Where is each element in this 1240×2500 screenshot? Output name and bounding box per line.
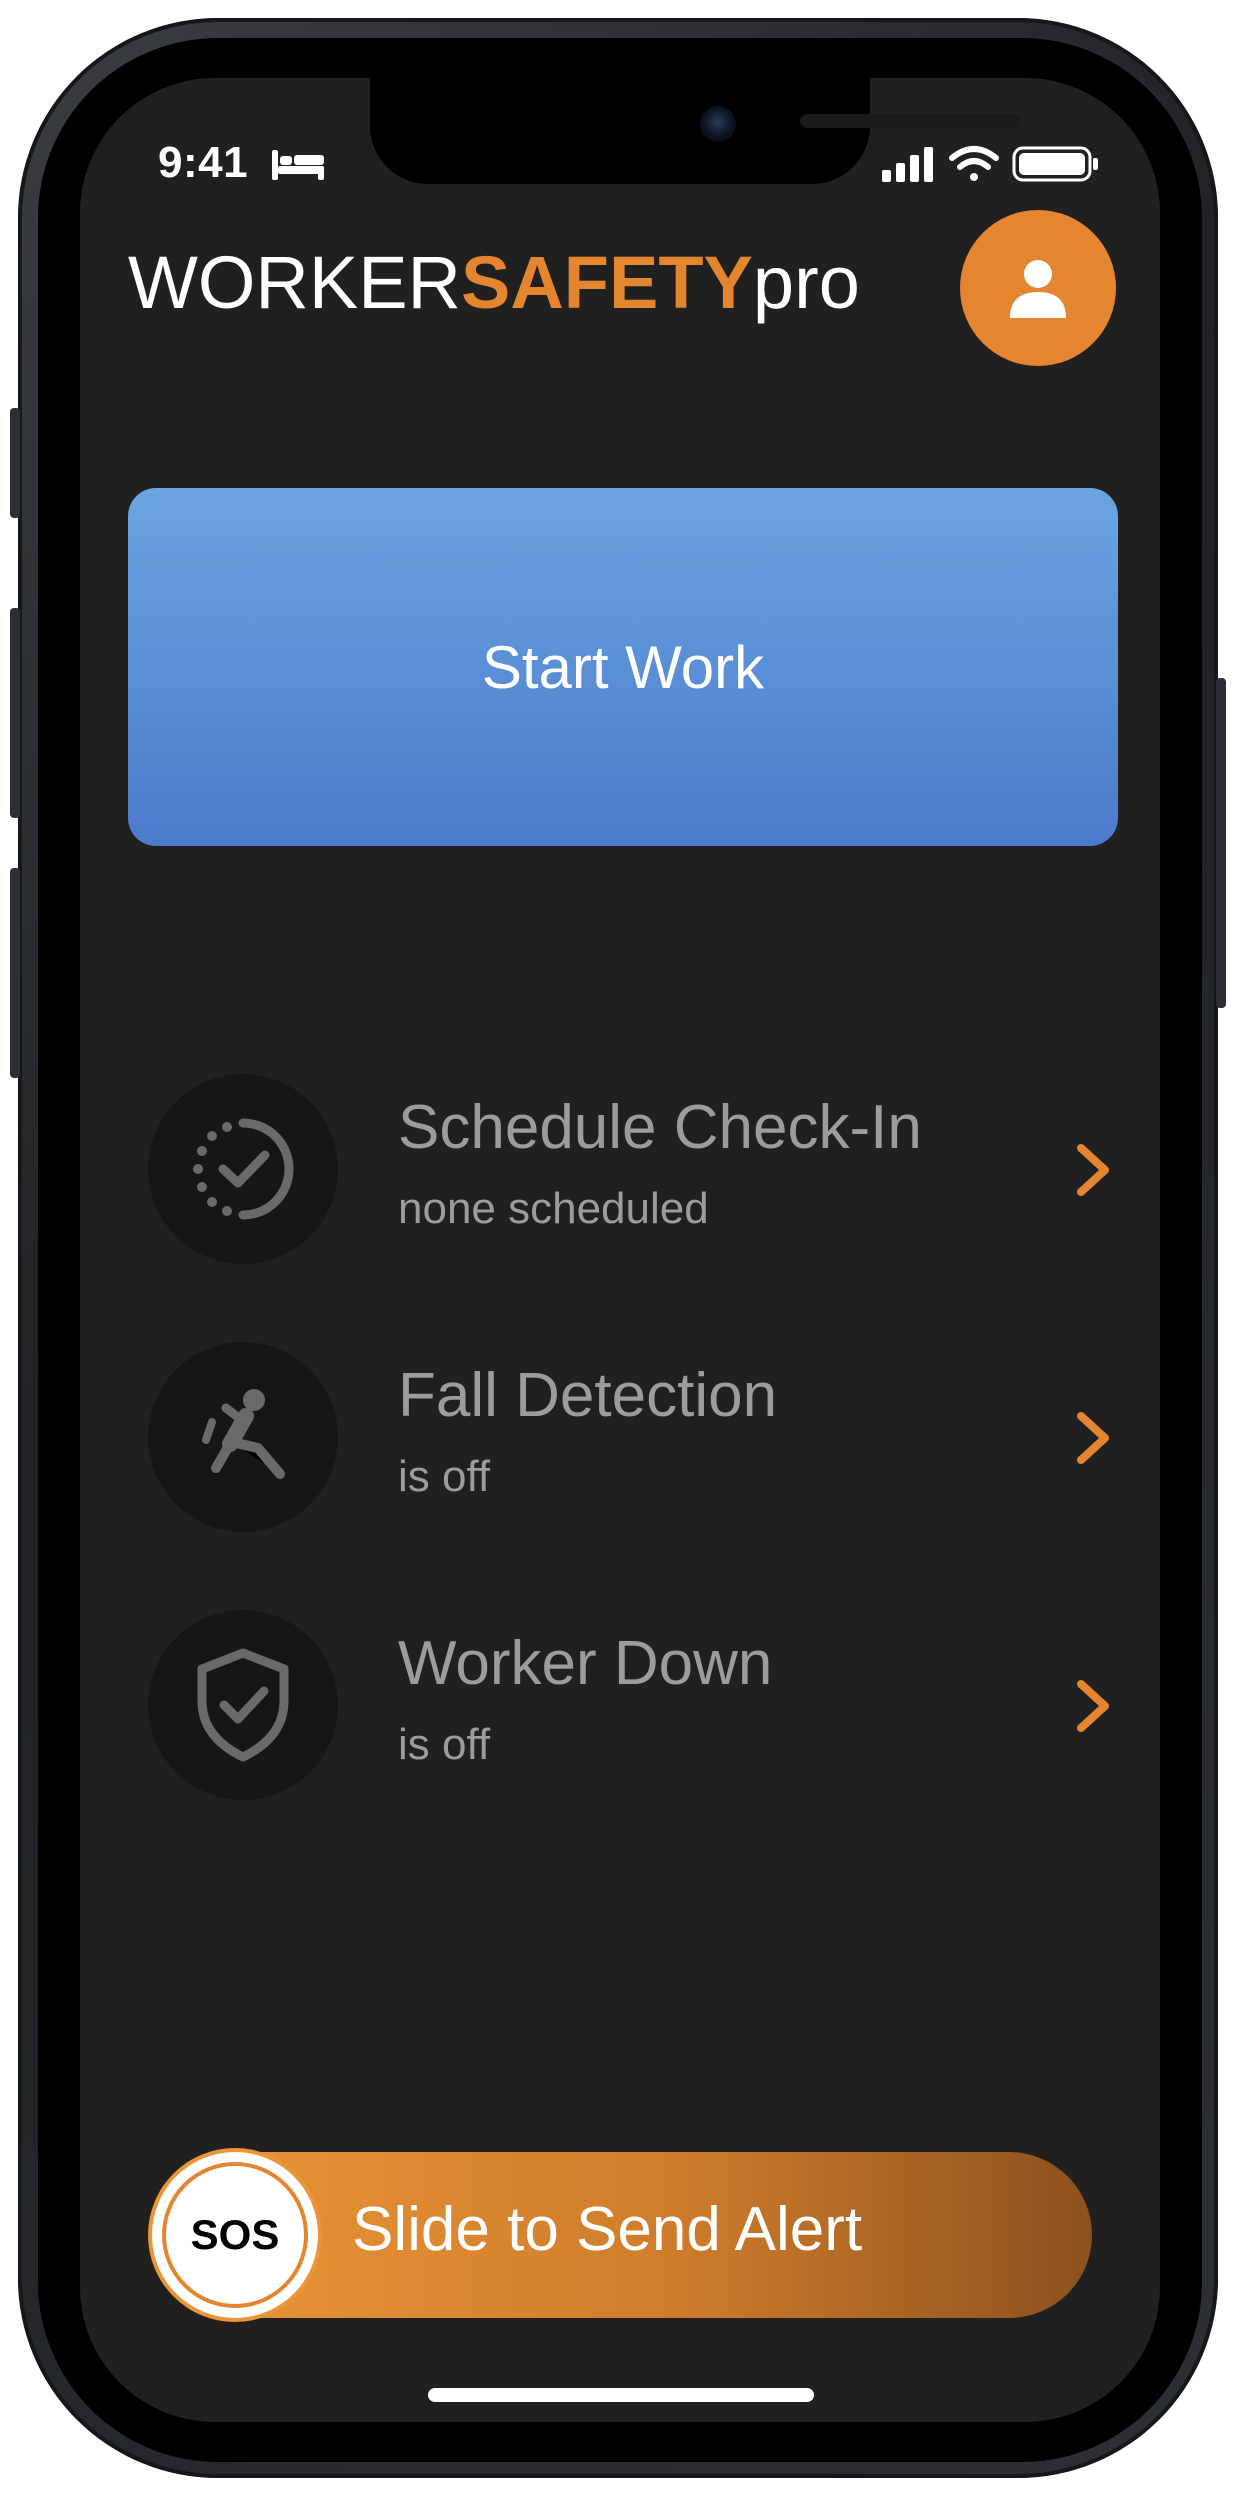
notch: [370, 78, 1020, 184]
sos-slide-to-alert[interactable]: SOS Slide to Send Alert: [152, 2152, 1092, 2318]
cellular-signal-icon: [882, 147, 933, 182]
worker-down-icon-circle: [148, 1610, 338, 1800]
fall-detection-status: is off: [398, 1452, 491, 1501]
worker-down-row[interactable]: Worker Down is off: [148, 1610, 1118, 1800]
schedule-check-in-row[interactable]: Schedule Check-In none scheduled: [148, 1074, 1118, 1264]
schedule-icon-circle: [148, 1074, 338, 1264]
schedule-check-in-title: Schedule Check-In: [398, 1093, 922, 1162]
speaker-grille: [800, 114, 1020, 128]
silent-switch: [10, 408, 20, 518]
worker-down-status: is off: [398, 1720, 491, 1769]
status-time: 9:41: [158, 138, 249, 187]
scheduled-check-icon: [193, 1118, 294, 1220]
chevron-right-icon: [1077, 1144, 1109, 1196]
status-icons: [882, 146, 1098, 182]
fall-detection-row[interactable]: Fall Detection is off: [148, 1342, 1118, 1532]
user-icon: [1010, 260, 1066, 318]
volume-down-button: [10, 868, 20, 1078]
power-button: [1216, 678, 1226, 1008]
profile-button[interactable]: [960, 210, 1116, 366]
wifi-icon: [949, 146, 999, 181]
logo-worker: WORKER: [128, 241, 461, 324]
volume-up-button: [10, 608, 20, 818]
app-screen: 9:41 WORKERSAFETYpro Start Work Schedule…: [80, 78, 1160, 2422]
fall-detection-title: Fall Detection: [398, 1361, 778, 1430]
front-camera: [700, 106, 736, 142]
sos-slider-handle[interactable]: SOS: [152, 2152, 318, 2318]
chevron-right-icon: [1077, 1680, 1109, 1732]
worker-down-title: Worker Down: [398, 1629, 773, 1698]
home-indicator[interactable]: [428, 2388, 814, 2402]
schedule-check-in-status: none scheduled: [398, 1184, 709, 1233]
start-work-label: Start Work: [481, 633, 765, 701]
logo-safety: SAFETY: [461, 241, 753, 324]
fall-detection-icon-circle: [148, 1342, 338, 1532]
battery-icon: [1012, 146, 1098, 182]
sleep-focus-icon: [272, 150, 324, 180]
chevron-right-icon: [1077, 1412, 1109, 1464]
app-logo: WORKERSAFETYpro: [128, 238, 860, 328]
shield-check-icon: [197, 1648, 289, 1762]
sos-knob-label: SOS: [162, 2162, 308, 2308]
start-work-button[interactable]: Start Work: [128, 488, 1118, 846]
slide-to-send-alert-label: Slide to Send Alert: [352, 2195, 863, 2264]
logo-pro: pro: [752, 241, 860, 324]
falling-person-icon: [202, 1389, 285, 1479]
